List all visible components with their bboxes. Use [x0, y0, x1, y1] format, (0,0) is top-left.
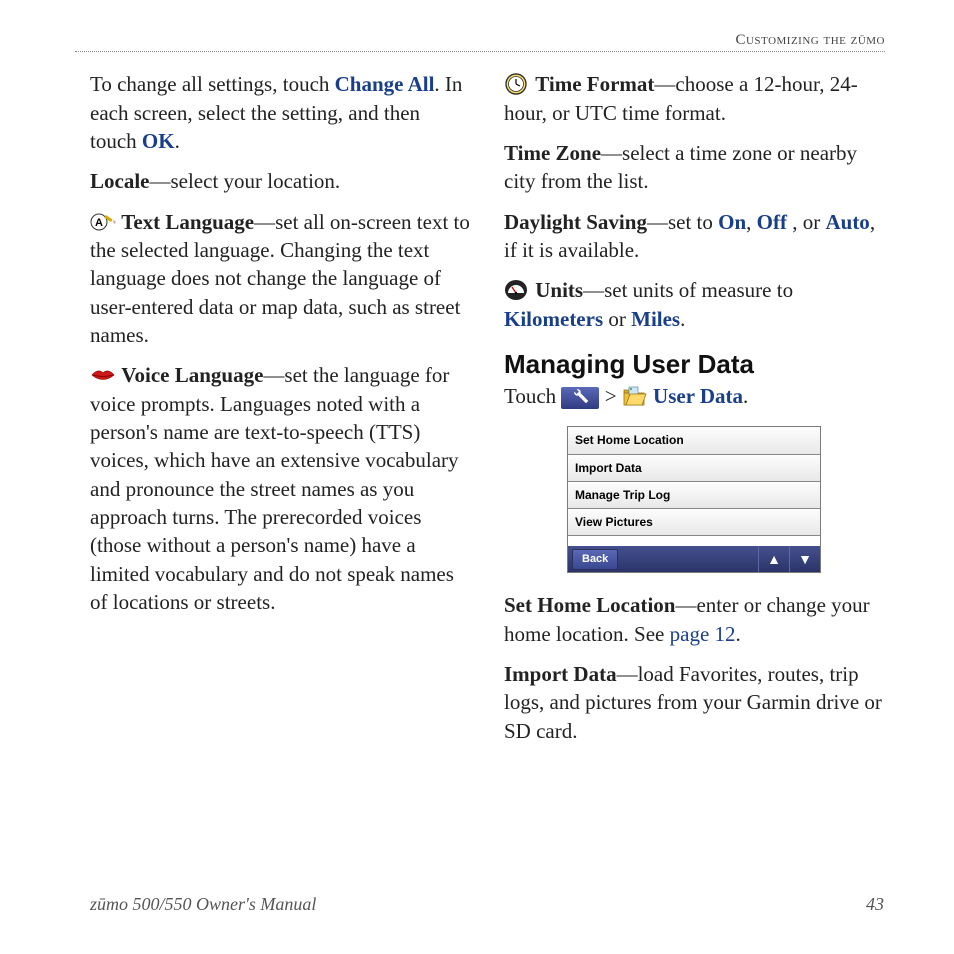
- back-button[interactable]: Back: [572, 549, 618, 570]
- time-format-label: Time Format: [535, 72, 654, 96]
- text-language-icon: [90, 211, 116, 233]
- footer-title: zūmo 500/550 Owner's Manual: [90, 892, 316, 916]
- change-all-link[interactable]: Change All: [335, 72, 435, 96]
- units-paragraph: Units—set units of measure to Kilometers…: [504, 276, 884, 333]
- text: —set units of measure to: [583, 278, 793, 302]
- clock-icon: [504, 73, 530, 95]
- folder-icon: [622, 385, 648, 407]
- text: or: [603, 307, 631, 331]
- ok-link[interactable]: OK: [142, 129, 175, 153]
- on-link[interactable]: On: [718, 210, 746, 234]
- content-columns: To change all settings, touch Change All…: [90, 70, 884, 757]
- off-link[interactable]: Off: [757, 210, 787, 234]
- time-format-paragraph: Time Format—choose a 12-hour, 24-hour, o…: [504, 70, 884, 127]
- spacer: [568, 536, 820, 546]
- menu-item-view-pictures[interactable]: View Pictures: [568, 509, 820, 536]
- right-column: Time Format—choose a 12-hour, 24-hour, o…: [504, 70, 884, 757]
- wrench-button-icon: [561, 387, 599, 409]
- menu-item-import-data[interactable]: Import Data: [568, 455, 820, 482]
- managing-user-data-heading: Managing User Data: [504, 347, 884, 382]
- text-language-label: Text Language: [121, 210, 254, 234]
- touch-instructions: Touch > User Data.: [504, 382, 884, 410]
- daylight-label: Daylight Saving: [504, 210, 647, 234]
- daylight-paragraph: Daylight Saving—set to On, Off , or Auto…: [504, 208, 884, 265]
- user-data-link[interactable]: User Data: [653, 384, 743, 408]
- left-column: To change all settings, touch Change All…: [90, 70, 470, 757]
- time-zone-paragraph: Time Zone—select a time zone or nearby c…: [504, 139, 884, 196]
- voice-language-label: Voice Language: [121, 363, 263, 387]
- text: —set to: [647, 210, 718, 234]
- voice-language-paragraph: Voice Language—set the language for voic…: [90, 361, 470, 616]
- import-data-paragraph: Import Data—load Favorites, routes, trip…: [504, 660, 884, 745]
- locale-label: Locale: [90, 169, 149, 193]
- menu-item-set-home[interactable]: Set Home Location: [568, 427, 820, 454]
- kilometers-link[interactable]: Kilometers: [504, 307, 603, 331]
- text: —select your location.: [149, 169, 340, 193]
- units-label: Units: [535, 278, 583, 302]
- page-footer: zūmo 500/550 Owner's Manual 43: [90, 892, 884, 916]
- arrow-up-button[interactable]: ▲: [758, 546, 789, 572]
- menu-item-manage-trip-log[interactable]: Manage Trip Log: [568, 482, 820, 509]
- miles-link[interactable]: Miles: [631, 307, 680, 331]
- set-home-paragraph: Set Home Location—enter or change your h…: [504, 591, 884, 648]
- intro-paragraph: To change all settings, touch Change All…: [90, 70, 470, 155]
- page-number: 43: [866, 892, 884, 916]
- text: .: [736, 622, 741, 646]
- import-data-label: Import Data: [504, 662, 617, 686]
- text: To change all settings, touch: [90, 72, 335, 96]
- text: .: [680, 307, 685, 331]
- auto-link[interactable]: Auto: [825, 210, 869, 234]
- text: —set the language for voice prompts. Lan…: [90, 363, 459, 614]
- text: .: [175, 129, 180, 153]
- arrow-down-button[interactable]: ▼: [789, 546, 820, 572]
- voice-language-icon: [90, 364, 116, 386]
- time-zone-label: Time Zone: [504, 141, 601, 165]
- device-bottom-bar: Back ▲ ▼: [568, 546, 820, 572]
- text: , or: [787, 210, 826, 234]
- text: .: [743, 384, 748, 408]
- text-language-paragraph: Text Language—set all on-screen text to …: [90, 208, 470, 350]
- text: Touch: [504, 384, 561, 408]
- text: >: [599, 384, 621, 408]
- page-12-link[interactable]: page 12: [670, 622, 736, 646]
- locale-paragraph: Locale—select your location.: [90, 167, 470, 195]
- arrow-group: ▲ ▼: [758, 546, 820, 572]
- device-screenshot: Set Home Location Import Data Manage Tri…: [567, 426, 821, 573]
- text: ,: [746, 210, 757, 234]
- page-header: Customizing the zūmo: [75, 30, 885, 52]
- set-home-label: Set Home Location: [504, 593, 675, 617]
- gauge-icon: [504, 279, 530, 301]
